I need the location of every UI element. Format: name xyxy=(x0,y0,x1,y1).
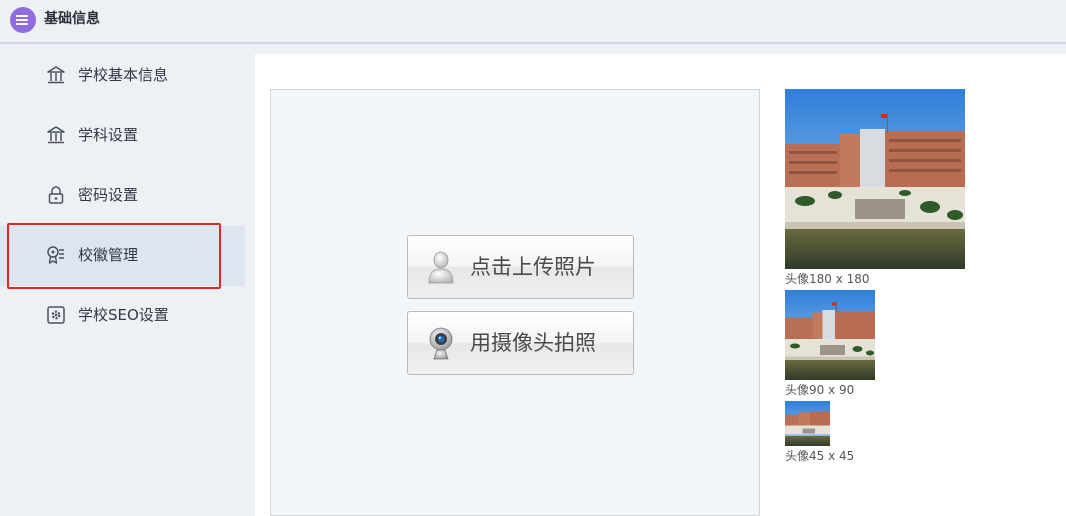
sidebar-item-label: 校徽管理 xyxy=(78,246,139,264)
preview-90-image xyxy=(785,290,875,380)
sidebar-item-label: 学校SEO设置 xyxy=(78,306,169,324)
sidebar-item-label: 学校基本信息 xyxy=(78,66,169,84)
sidebar-item-school-info[interactable]: 学校基本信息 xyxy=(0,46,245,106)
upload-photo-label: 点击上传照片 xyxy=(470,255,596,279)
webcam-icon xyxy=(429,327,453,360)
list-icon xyxy=(10,7,36,33)
sidebar-item-seo-settings[interactable]: 学校SEO设置 xyxy=(0,286,245,346)
camera-capture-button[interactable]: 用摄像头拍照 xyxy=(407,311,634,375)
building-icon xyxy=(47,126,65,144)
badge-icon xyxy=(47,246,64,264)
preview-45-image xyxy=(785,401,830,446)
sidebar-item-badge-management[interactable]: 校徽管理 xyxy=(0,223,245,289)
sidebar-item-subject-settings[interactable]: 学科设置 xyxy=(0,106,245,166)
sidebar: 学校基本信息 学科设置 密码设置 校徽管理 学校SEO设置 xyxy=(0,46,245,516)
preview-180-label: 头像180 x 180 xyxy=(785,272,870,286)
lock-icon xyxy=(48,186,64,204)
main-content: 点击上传照片 用摄像头拍照 头像180 x 180 头像90 x 90 头像45… xyxy=(255,54,1066,516)
preview-45-label: 头像45 x 45 xyxy=(785,449,855,463)
sidebar-item-label: 学科设置 xyxy=(78,126,139,144)
preview-180-image xyxy=(785,89,965,269)
sidebar-item-password-settings[interactable]: 密码设置 xyxy=(0,166,245,226)
upload-photo-button[interactable]: 点击上传照片 xyxy=(407,235,634,299)
top-bar: 基础信息 xyxy=(0,0,1066,44)
upload-panel: 点击上传照片 用摄像头拍照 xyxy=(270,89,760,516)
gear-square-icon xyxy=(47,306,65,324)
preview-90-label: 头像90 x 90 xyxy=(785,383,855,397)
user-silhouette-icon xyxy=(428,251,454,284)
building-icon xyxy=(47,66,65,84)
avatar-previews: 头像180 x 180 头像90 x 90 头像45 x 45 xyxy=(785,89,1045,489)
camera-capture-label: 用摄像头拍照 xyxy=(470,331,596,355)
page-title: 基础信息 xyxy=(44,11,100,27)
sidebar-item-label: 密码设置 xyxy=(78,186,139,204)
